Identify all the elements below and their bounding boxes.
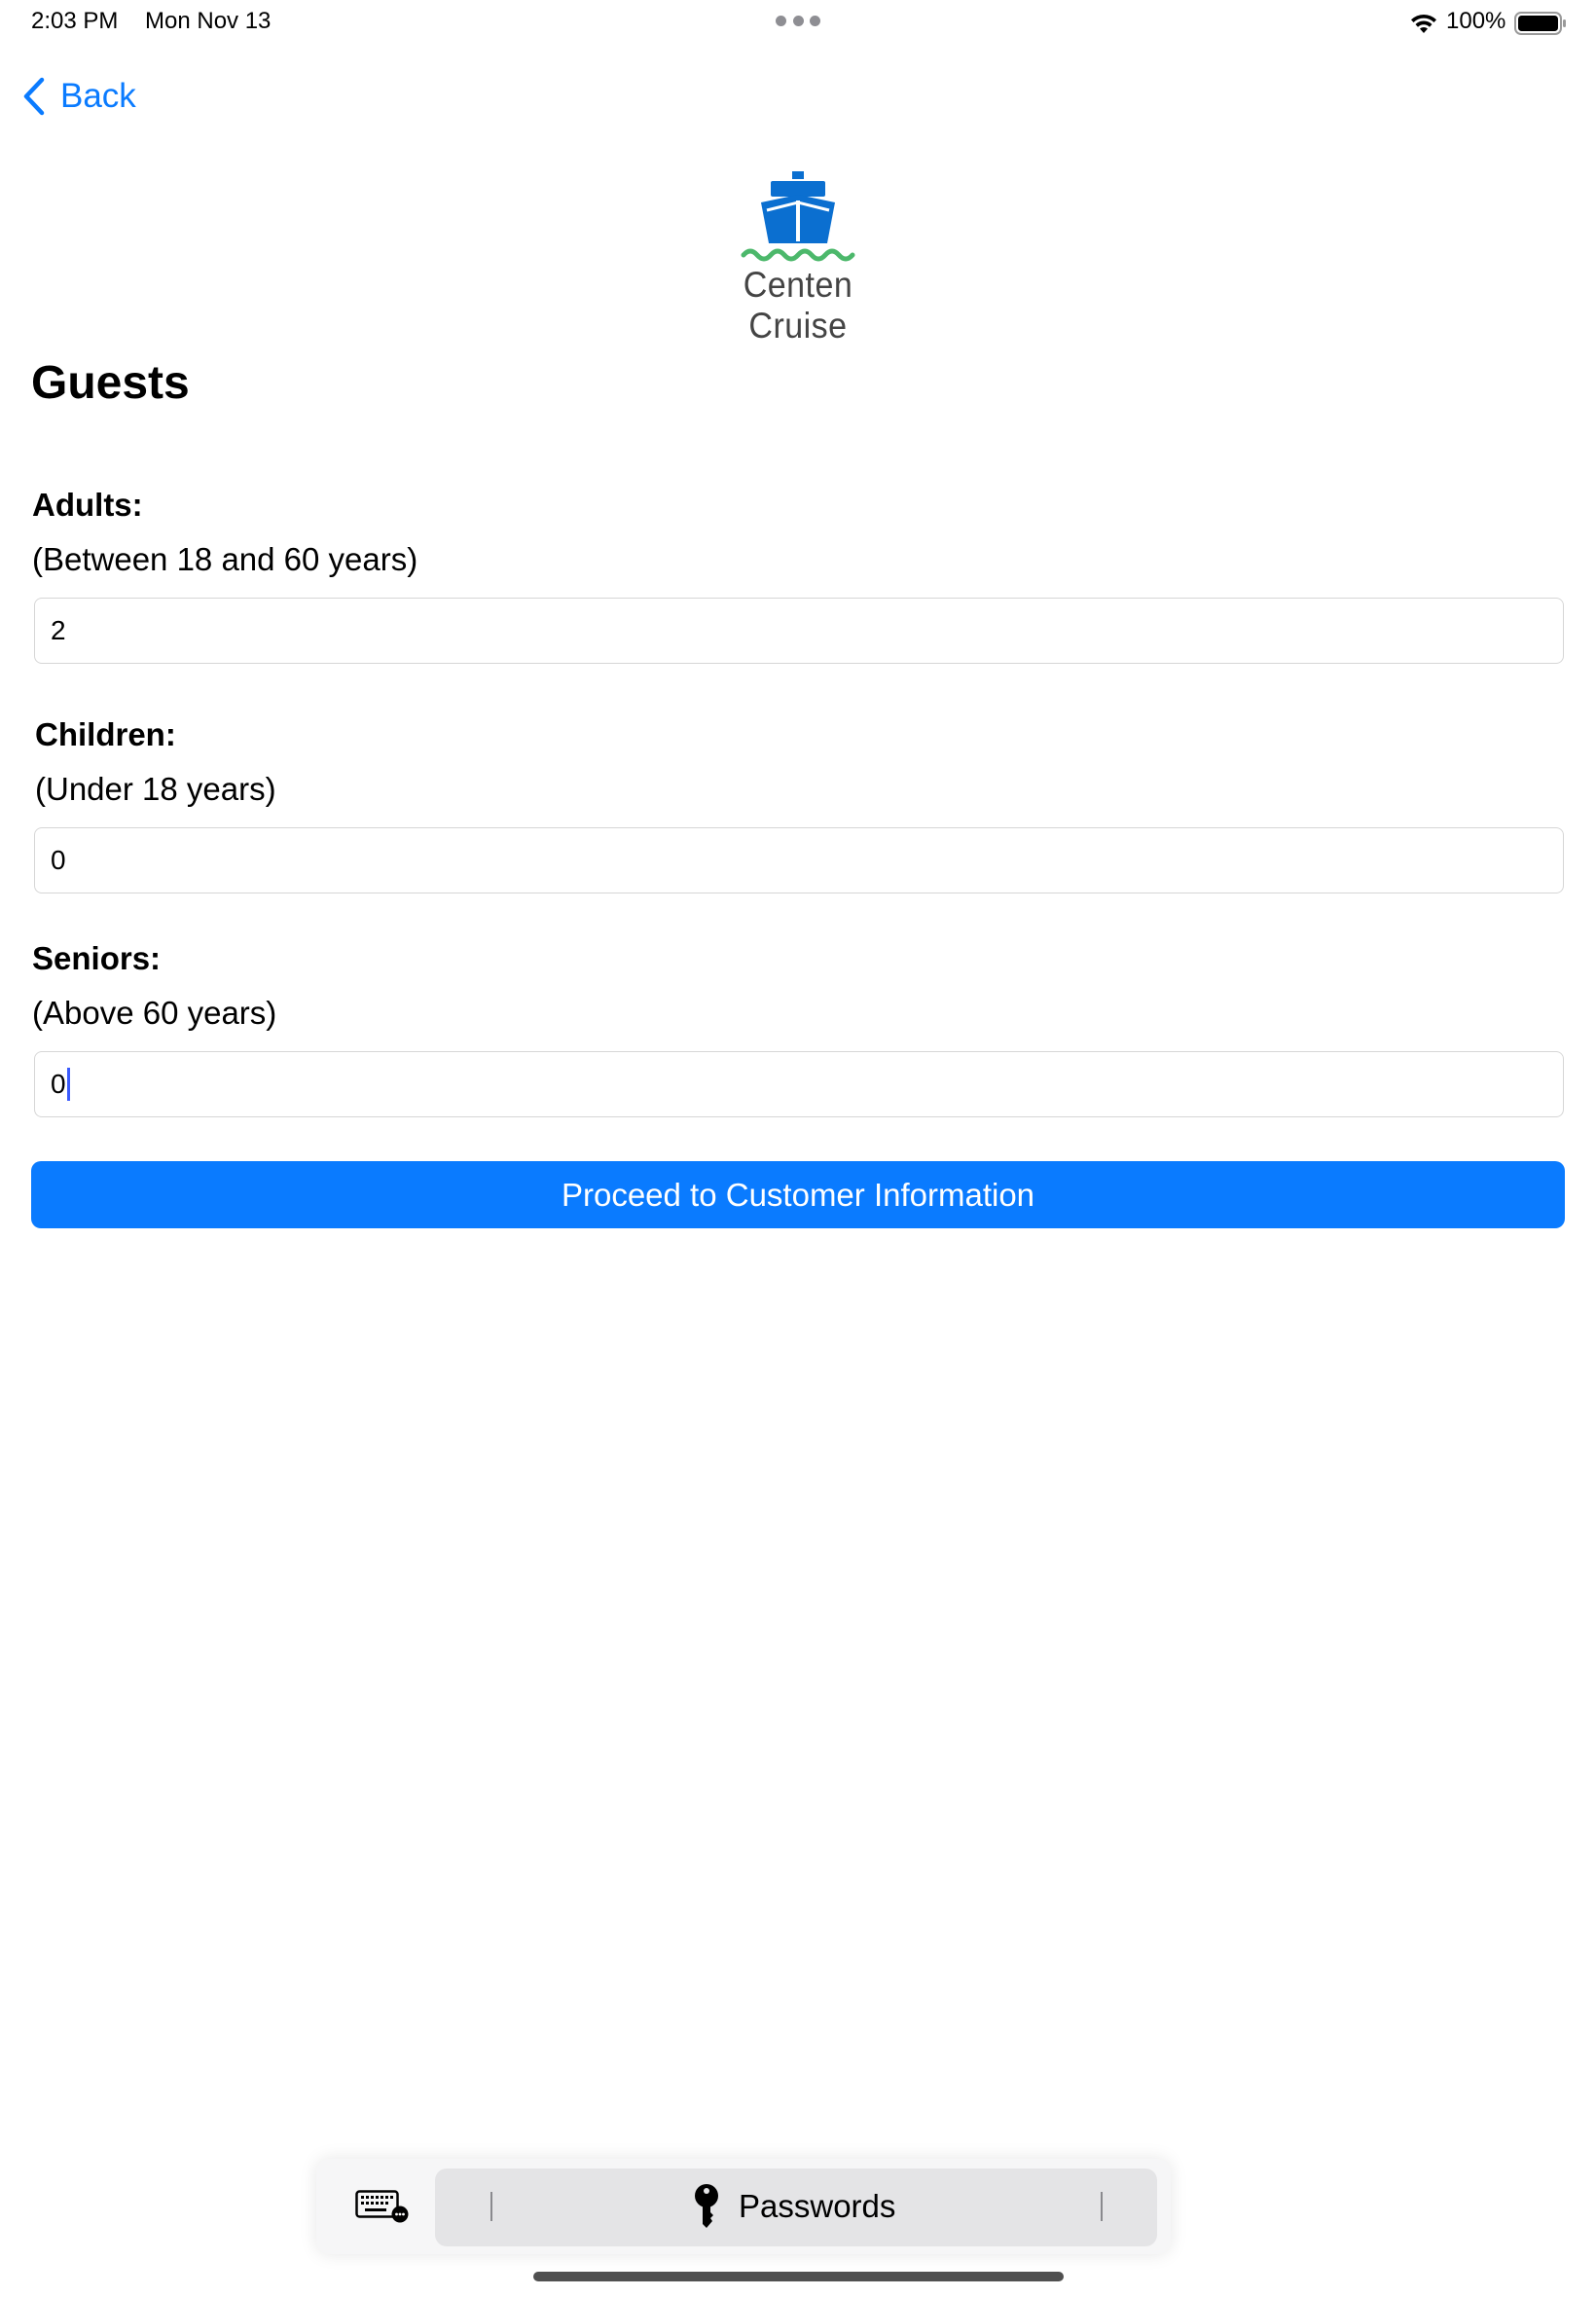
passwords-button[interactable]: Passwords	[692, 2182, 895, 2231]
status-date: Mon Nov 13	[145, 8, 272, 34]
chevron-left-icon	[23, 77, 45, 116]
suggestions-bar: Passwords	[435, 2169, 1157, 2246]
children-label: Children:	[35, 716, 176, 752]
divider	[490, 2192, 492, 2221]
battery-icon	[1514, 12, 1566, 35]
multitasking-dots-icon[interactable]	[776, 16, 820, 27]
keyboard-shortcut-bar: Passwords	[316, 2159, 1171, 2254]
logo-text: Centen Cruise	[743, 265, 853, 346]
battery-percentage: 100%	[1446, 8, 1506, 34]
passwords-label: Passwords	[739, 2188, 896, 2224]
adults-input-value: 2	[51, 615, 66, 645]
text-cursor	[66, 1067, 70, 1101]
proceed-button[interactable]: Proceed to Customer Information	[31, 1161, 1565, 1228]
back-button[interactable]: Back	[21, 72, 136, 121]
seniors-hint: (Above 60 years)	[32, 995, 277, 1031]
children-hint: (Under 18 years)	[35, 771, 276, 807]
home-indicator[interactable]	[533, 2272, 1064, 2281]
status-time: 2:03 PM	[31, 8, 119, 34]
page-title: Guests	[31, 357, 190, 409]
adults-input[interactable]: 2	[34, 598, 1564, 664]
keyboard-icon[interactable]	[355, 2190, 410, 2223]
divider	[1101, 2192, 1103, 2221]
back-label: Back	[60, 77, 136, 115]
children-input-value: 0	[51, 845, 66, 875]
centen-cruise-logo: Centen Cruise	[681, 167, 915, 346]
adults-hint: (Between 18 and 60 years)	[32, 541, 418, 577]
children-input[interactable]: 0	[34, 827, 1564, 893]
seniors-input[interactable]: 0	[34, 1051, 1564, 1117]
seniors-input-value: 0	[51, 1069, 66, 1099]
seniors-label: Seniors:	[32, 940, 162, 976]
key-icon	[695, 2184, 718, 2228]
guests-screen: 2:03 PM Mon Nov 13 100% Back Centen Crui…	[0, 0, 1596, 2297]
wifi-icon	[1411, 14, 1436, 33]
adults-label: Adults:	[32, 487, 143, 523]
ship-icon	[741, 171, 855, 262]
